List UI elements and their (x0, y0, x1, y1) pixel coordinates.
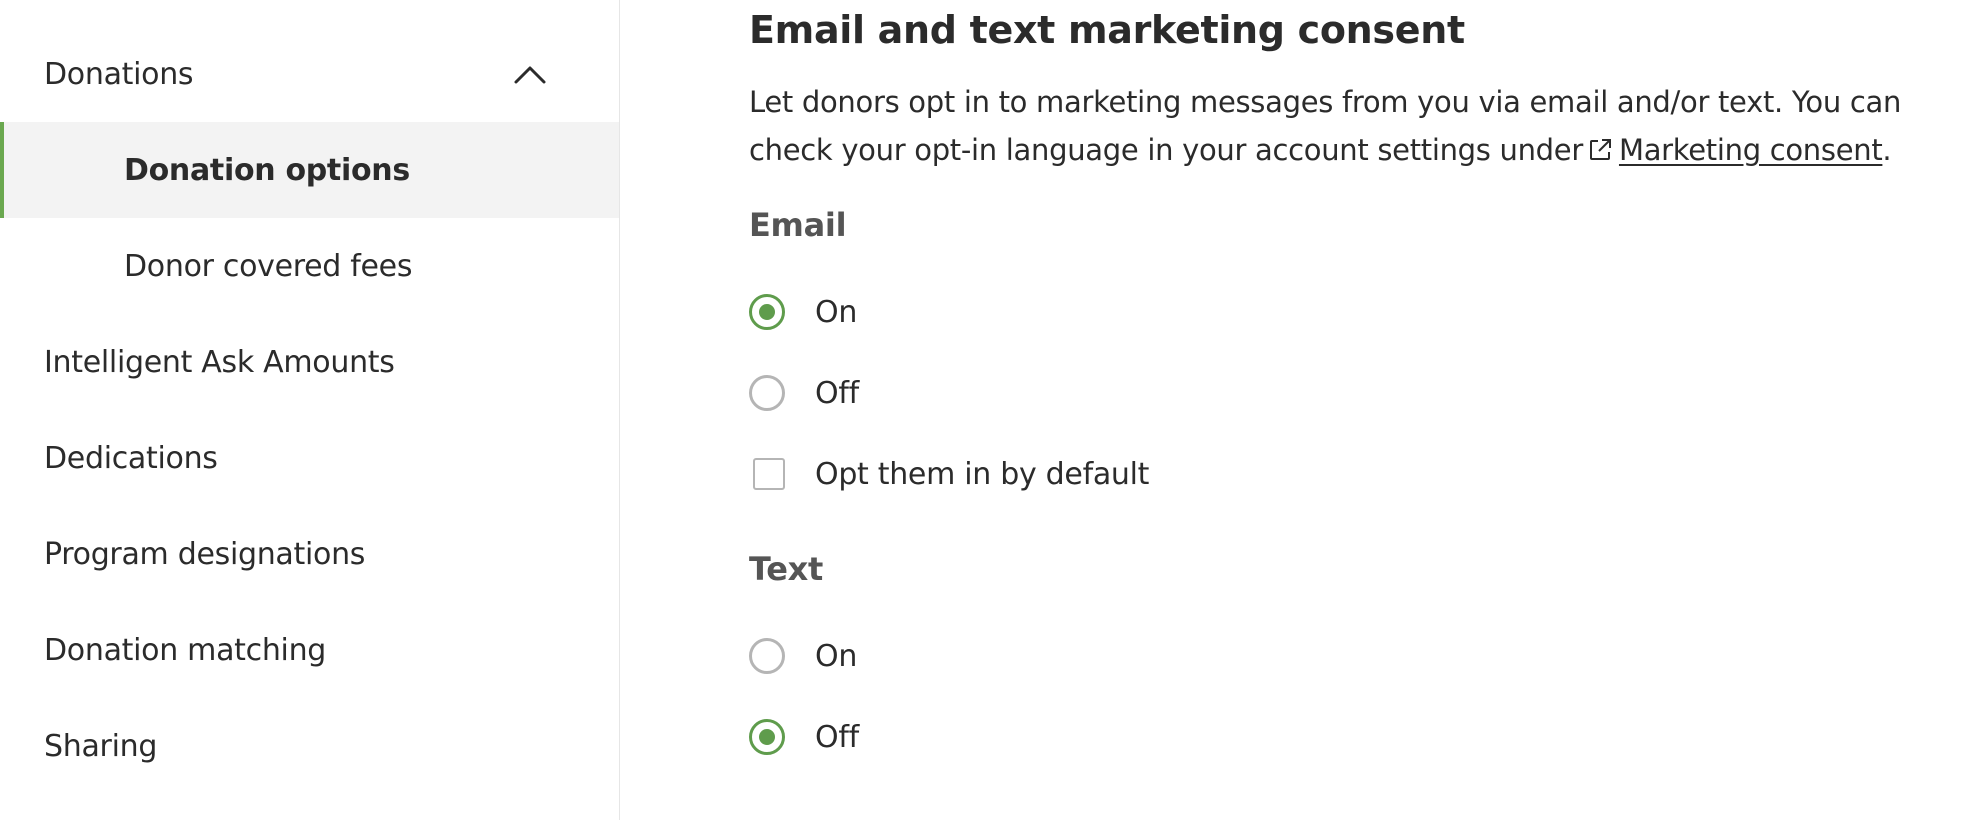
opt-in-default-label: Opt them in by default (815, 456, 1150, 492)
sidebar-item-donation-matching[interactable]: Donation matching (0, 602, 619, 698)
opt-in-default-checkbox[interactable] (753, 458, 785, 490)
sidebar-item-donations[interactable]: Donations (0, 26, 619, 122)
email-off-option[interactable]: Off (749, 368, 859, 418)
sidebar-item-label: Program designations (44, 536, 366, 572)
sidebar-item-label: Donations (44, 56, 194, 92)
opt-in-default-option[interactable]: Opt them in by default (749, 449, 1149, 499)
text-off-label: Off (815, 719, 859, 755)
sidebar-item-donor-covered-fees[interactable]: Donor covered fees (0, 218, 619, 314)
settings-page: Donations Donation options Donor covered… (0, 0, 1988, 820)
email-off-radio[interactable] (749, 375, 785, 411)
sidebar-item-sharing[interactable]: Sharing (0, 698, 619, 794)
email-group-label: Email (749, 206, 847, 244)
sidebar-item-label: Dedications (44, 440, 218, 476)
section-title: Email and text marketing consent (749, 8, 1465, 52)
sidebar-item-label: Donor covered fees (124, 248, 413, 284)
marketing-consent-section: Email and text marketing consent Let don… (749, 0, 1988, 820)
text-on-label: On (815, 638, 858, 674)
sidebar-item-program-designations[interactable]: Program designations (0, 506, 619, 602)
sidebar-item-label: Donation matching (44, 632, 327, 668)
text-group-label: Text (749, 550, 824, 588)
email-on-label: On (815, 294, 858, 330)
description-end: . (1882, 133, 1892, 167)
text-on-radio[interactable] (749, 638, 785, 674)
text-on-option[interactable]: On (749, 631, 857, 681)
marketing-consent-link[interactable]: Marketing consent (1619, 133, 1883, 167)
text-off-option[interactable]: Off (749, 712, 859, 762)
chevron-up-icon[interactable] (513, 63, 547, 85)
sidebar-item-label: Intelligent Ask Amounts (44, 344, 395, 380)
external-link-icon (1589, 139, 1611, 160)
sidebar-item-intelligent-ask-amounts[interactable]: Intelligent Ask Amounts (0, 314, 619, 410)
sidebar-item-label: Donation options (124, 152, 410, 188)
sidebar-item-dedications[interactable]: Dedications (0, 410, 619, 506)
section-description: Let donors opt in to marketing messages … (749, 78, 1979, 174)
email-on-radio[interactable] (749, 294, 785, 330)
text-off-radio[interactable] (749, 719, 785, 755)
email-on-option[interactable]: On (749, 287, 857, 337)
sidebar-item-label: Sharing (44, 728, 158, 764)
sidebar-item-donation-options[interactable]: Donation options (0, 122, 619, 218)
email-off-label: Off (815, 375, 859, 411)
settings-sidebar: Donations Donation options Donor covered… (0, 0, 620, 820)
